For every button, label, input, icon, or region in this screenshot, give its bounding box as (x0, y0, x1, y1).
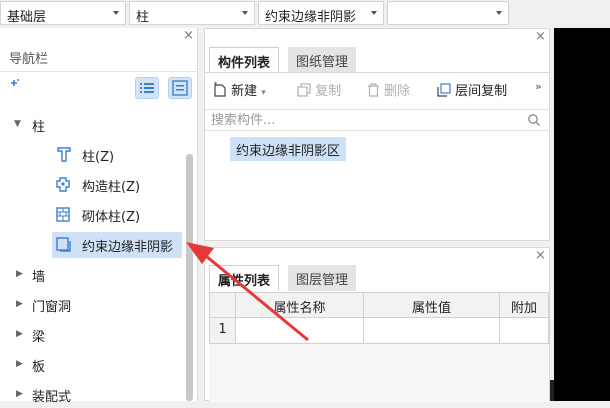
category-select-value: 柱 (136, 10, 150, 25)
tree-item-label: 墙 (32, 270, 46, 285)
component-select[interactable]: 约束边缘非阴影 (258, 1, 384, 25)
tree-item-label: 板 (32, 360, 46, 375)
tree-item-constraint-edge[interactable]: 约束边缘非阴影 (0, 232, 182, 258)
table-empty-area (209, 344, 549, 402)
tree-item-label: 砌体柱(Z) (82, 210, 141, 225)
sparkle-plus-icon (11, 79, 19, 86)
table-row[interactable]: 1 (209, 318, 549, 344)
trash-icon (368, 83, 379, 97)
masonry-column-icon (56, 207, 70, 222)
attr-name-cell[interactable] (236, 318, 364, 343)
copy-icon (297, 83, 311, 97)
attr-extra-cell[interactable] (500, 318, 548, 343)
caret-right-icon[interactable]: ▶ (16, 359, 23, 369)
tree-item-label: 门窗洞 (32, 300, 72, 315)
construct-column-icon (56, 177, 70, 192)
component-select-value: 约束边缘非阴影 (265, 10, 357, 25)
tree-item-slab[interactable]: ▶ 板 (0, 352, 182, 378)
new-button[interactable]: 新建 ▾ (213, 80, 266, 99)
tree-item-label: 构造柱(Z) (82, 180, 141, 195)
close-icon[interactable]: × (535, 248, 546, 263)
delete-button[interactable]: 删除 (367, 80, 410, 99)
column-icon (57, 147, 71, 162)
attr-value-cell[interactable] (364, 318, 500, 343)
divider (0, 71, 198, 72)
floor-select-value: 基础层 (7, 10, 47, 25)
search-bar (205, 109, 549, 131)
detail-list-icon (172, 80, 188, 96)
list-view-button[interactable] (135, 77, 159, 99)
top-toolbar: 基础层 柱 约束边缘非阴影 (0, 0, 554, 28)
add-icon[interactable] (8, 78, 20, 94)
copy-button[interactable]: 复制 (297, 80, 341, 99)
column-header-value[interactable]: 属性值 (364, 293, 500, 317)
divider (205, 72, 549, 73)
tab-layer-management[interactable]: 图层管理 (288, 265, 357, 291)
tree-item-column-group[interactable]: ▼ 柱 (0, 112, 182, 138)
chevron-down-icon[interactable]: ▾ (261, 88, 266, 98)
tree-item-prefab[interactable]: ▶ 装配式 (0, 382, 182, 408)
detail-view-button[interactable] (168, 77, 192, 99)
canvas-area (554, 28, 610, 401)
nav-title: 导航栏 (9, 52, 49, 67)
tab-attribute-list[interactable]: 属性列表 (209, 265, 280, 291)
chevron-down-icon (242, 11, 248, 15)
new-button-label: 新建 (231, 84, 258, 99)
floor-copy-button-label: 层间复制 (455, 84, 508, 99)
table-header: 属性名称 属性值 附加 (209, 292, 549, 318)
category-select[interactable]: 柱 (129, 1, 255, 25)
caret-right-icon[interactable]: ▶ (16, 299, 23, 309)
close-icon[interactable]: × (183, 28, 194, 43)
column-header-name[interactable]: 属性名称 (236, 293, 364, 317)
floor-copy-icon (437, 83, 451, 97)
index-header (210, 293, 236, 317)
search-input[interactable] (209, 112, 513, 129)
caret-right-icon[interactable]: ▶ (16, 269, 23, 279)
nav-panel: × 导航栏 ▼ 柱 柱(Z) 构造柱(Z) 砌体柱(Z) 约束边缘非阴影 ▶ 墙… (0, 28, 198, 405)
caret-right-icon[interactable]: ▶ (16, 389, 23, 399)
caret-down-icon[interactable]: ▼ (14, 119, 21, 129)
close-icon[interactable]: × (535, 29, 546, 44)
copy-button-label: 复制 (315, 84, 342, 99)
tree-item-masonry-column[interactable]: 砌体柱(Z) (0, 202, 182, 228)
tab-drawing-management[interactable]: 图纸管理 (288, 47, 357, 73)
tree-item-door-window[interactable]: ▶ 门窗洞 (0, 292, 182, 318)
delete-button-label: 删除 (384, 84, 411, 99)
extra-select[interactable] (387, 1, 509, 25)
tab-component-list[interactable]: 构件列表 (209, 47, 280, 73)
chevron-down-icon (371, 11, 377, 15)
more-button[interactable]: » (535, 80, 542, 93)
tree-item-column[interactable]: 柱(Z) (0, 142, 182, 168)
tree-item-beam[interactable]: ▶ 梁 (0, 322, 182, 348)
floor-select[interactable]: 基础层 (0, 1, 126, 25)
chevron-down-icon (496, 11, 502, 15)
tree-item-construct-column[interactable]: 构造柱(Z) (0, 172, 182, 198)
row-index: 1 (210, 318, 236, 343)
column-header-extra[interactable]: 附加 (500, 293, 548, 317)
chevron-down-icon (113, 11, 119, 15)
list-icon (140, 83, 154, 93)
constraint-edge-icon (56, 237, 71, 252)
scrollbar-thumb[interactable] (186, 154, 193, 401)
floor-copy-button[interactable]: 层间复制 (437, 80, 507, 99)
new-file-icon (214, 82, 226, 97)
tree-item-label: 约束边缘非阴影 (82, 240, 174, 255)
tree-item-label: 柱(Z) (82, 150, 115, 165)
tree-item-label: 梁 (32, 330, 46, 345)
component-panel: × 构件列表 图纸管理 新建 ▾ 复制 删除 层间复制 » 搜索构件... 约束… (204, 28, 550, 241)
attribute-panel: × 属性列表 图层管理 属性名称 属性值 附加 1 (204, 247, 550, 402)
list-item[interactable]: 约束边缘非阴影区 (230, 137, 347, 161)
caret-right-icon[interactable]: ▶ (16, 329, 23, 339)
tree-item-label: 装配式 (32, 390, 72, 405)
tree-item-wall[interactable]: ▶ 墙 (0, 262, 182, 288)
tree-item-label: 柱 (32, 120, 46, 135)
search-icon[interactable] (527, 113, 541, 127)
